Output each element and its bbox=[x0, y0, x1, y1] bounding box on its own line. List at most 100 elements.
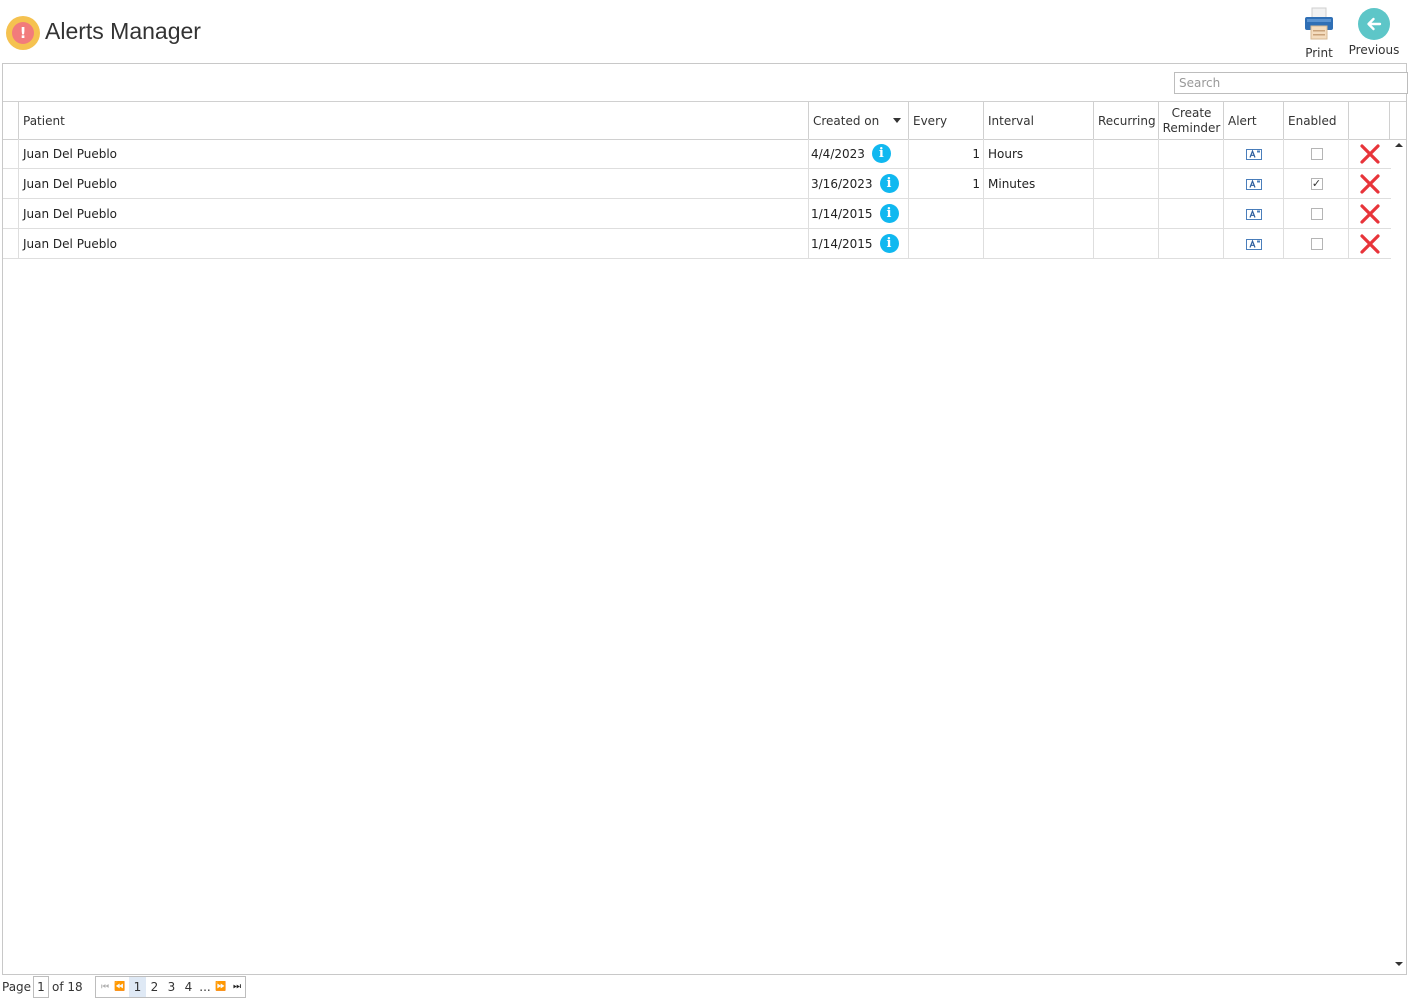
info-icon[interactable]: i bbox=[879, 174, 899, 193]
create-reminder-cell bbox=[1158, 169, 1224, 198]
delete-icon[interactable] bbox=[1359, 203, 1381, 225]
previous-page-icon[interactable]: ⏪ bbox=[113, 977, 127, 997]
delete-cell bbox=[1348, 199, 1391, 228]
delete-icon[interactable] bbox=[1359, 173, 1381, 195]
table-row[interactable]: Juan Del Pueblo 3/16/2023 i 1 Minutes ✓ bbox=[3, 169, 1391, 199]
alert-cell bbox=[1223, 229, 1284, 258]
print-label: Print bbox=[1305, 46, 1333, 60]
column-header-alert[interactable]: Alert bbox=[1223, 102, 1284, 139]
delete-cell bbox=[1348, 169, 1391, 198]
recurring-cell bbox=[1093, 229, 1159, 258]
info-icon[interactable]: i bbox=[871, 144, 891, 163]
column-header-interval[interactable]: Interval bbox=[983, 102, 1094, 139]
interval-cell: Minutes bbox=[983, 169, 1094, 198]
interval-cell bbox=[983, 229, 1094, 258]
enabled-checkbox[interactable] bbox=[1310, 147, 1323, 160]
every-cell bbox=[908, 229, 984, 258]
interval-cell: Hours bbox=[983, 139, 1094, 168]
print-button[interactable]: Print bbox=[1298, 6, 1340, 60]
table-row[interactable]: Juan Del Pueblo 1/14/2015 i bbox=[3, 229, 1391, 259]
page-navigation: ⏮ ⏪ 1 2 3 4 ... ⏩ ⏭ bbox=[95, 976, 246, 998]
delete-icon[interactable] bbox=[1359, 233, 1381, 255]
last-page-icon[interactable]: ⏭ bbox=[229, 977, 245, 997]
alerts-panel: Patient Created on Every Interval Recurr… bbox=[2, 63, 1408, 975]
sort-descending-icon bbox=[893, 118, 901, 123]
delete-icon[interactable] bbox=[1359, 143, 1381, 165]
page-link-1[interactable]: 1 bbox=[129, 977, 146, 997]
page-label: Page bbox=[2, 980, 32, 994]
create-reminder-cell bbox=[1158, 139, 1224, 168]
patient-cell: Juan Del Pueblo bbox=[18, 139, 809, 168]
enabled-cell bbox=[1283, 139, 1349, 168]
created-on-value: 4/4/2023 bbox=[811, 146, 865, 161]
every-cell bbox=[908, 199, 984, 228]
column-header-enabled[interactable]: Enabled bbox=[1283, 102, 1349, 139]
enabled-cell bbox=[1283, 199, 1349, 228]
alert-cell bbox=[1223, 199, 1284, 228]
printer-icon bbox=[1305, 7, 1333, 40]
every-cell: 1 bbox=[908, 169, 984, 198]
enabled-checkbox[interactable]: ✓ bbox=[1310, 177, 1323, 190]
page-ellipsis[interactable]: ... bbox=[197, 977, 213, 997]
alert-text-icon[interactable] bbox=[1246, 148, 1262, 160]
page-link-3[interactable]: 3 bbox=[163, 977, 180, 997]
recurring-cell bbox=[1093, 139, 1159, 168]
create-reminder-cell bbox=[1158, 199, 1224, 228]
created-on-value: 3/16/2023 bbox=[811, 176, 873, 191]
alert-title-icon: ! bbox=[6, 16, 40, 50]
created-on-cell: 1/14/2015 i bbox=[808, 229, 909, 258]
page-title: Alerts Manager bbox=[45, 18, 201, 44]
arrow-left-icon bbox=[1358, 8, 1390, 40]
previous-label: Previous bbox=[1348, 43, 1400, 57]
alert-text-icon[interactable] bbox=[1246, 238, 1262, 250]
table-row[interactable]: Juan Del Pueblo 1/14/2015 i bbox=[3, 199, 1391, 229]
column-header-patient[interactable]: Patient bbox=[18, 102, 809, 139]
created-on-cell: 1/14/2015 i bbox=[808, 199, 909, 228]
enabled-cell: ✓ bbox=[1283, 169, 1349, 198]
search-input[interactable] bbox=[1174, 72, 1408, 94]
first-page-icon[interactable]: ⏮ bbox=[98, 977, 112, 997]
every-cell: 1 bbox=[908, 139, 984, 168]
page-link-2[interactable]: 2 bbox=[146, 977, 163, 997]
recurring-cell bbox=[1093, 199, 1159, 228]
grid-body: Juan Del Pueblo 4/4/2023 i 1 Hours Juan … bbox=[3, 139, 1391, 259]
column-header-every[interactable]: Every bbox=[908, 102, 984, 139]
column-header-actions bbox=[1348, 102, 1390, 139]
alert-text-icon[interactable] bbox=[1246, 208, 1262, 220]
page-link-4[interactable]: 4 bbox=[180, 977, 197, 997]
column-header-recurring[interactable]: Recurring bbox=[1093, 102, 1159, 139]
interval-cell bbox=[983, 199, 1094, 228]
create-reminder-cell bbox=[1158, 229, 1224, 258]
column-header-created-on[interactable]: Created on bbox=[808, 102, 909, 139]
grid-header: Patient Created on Every Interval Recurr… bbox=[3, 101, 1406, 140]
alert-cell bbox=[1223, 169, 1284, 198]
scroll-up-button[interactable] bbox=[1391, 139, 1406, 151]
enabled-checkbox[interactable] bbox=[1310, 207, 1323, 220]
scroll-down-button[interactable] bbox=[1391, 958, 1406, 970]
page-count-label: of 18 bbox=[52, 980, 83, 994]
patient-cell: Juan Del Pueblo bbox=[18, 229, 809, 258]
previous-button[interactable]: Previous bbox=[1347, 6, 1401, 57]
page-number-input[interactable]: 1 bbox=[33, 976, 49, 998]
delete-cell bbox=[1348, 229, 1391, 258]
created-on-cell: 3/16/2023 i bbox=[808, 169, 909, 198]
column-header-created-on-label: Created on bbox=[813, 113, 880, 128]
info-icon[interactable]: i bbox=[879, 204, 899, 223]
created-on-cell: 4/4/2023 i bbox=[808, 139, 909, 168]
scroll-up-icon bbox=[1394, 143, 1403, 147]
info-icon[interactable]: i bbox=[879, 234, 899, 253]
column-header-create-reminder[interactable]: Create Reminder bbox=[1158, 102, 1224, 139]
exclamation-circle-icon: ! bbox=[12, 22, 34, 44]
delete-cell bbox=[1348, 139, 1391, 168]
alert-cell bbox=[1223, 139, 1284, 168]
table-row[interactable]: Juan Del Pueblo 4/4/2023 i 1 Hours bbox=[3, 139, 1391, 169]
enabled-cell bbox=[1283, 229, 1349, 258]
patient-cell: Juan Del Pueblo bbox=[18, 169, 809, 198]
recurring-cell bbox=[1093, 169, 1159, 198]
alert-text-icon[interactable] bbox=[1246, 178, 1262, 190]
scroll-down-icon bbox=[1394, 962, 1403, 966]
next-page-icon[interactable]: ⏩ bbox=[213, 977, 229, 997]
created-on-value: 1/14/2015 bbox=[811, 236, 873, 251]
enabled-checkbox[interactable] bbox=[1310, 237, 1323, 250]
column-header-scroll-spacer bbox=[1389, 102, 1406, 139]
